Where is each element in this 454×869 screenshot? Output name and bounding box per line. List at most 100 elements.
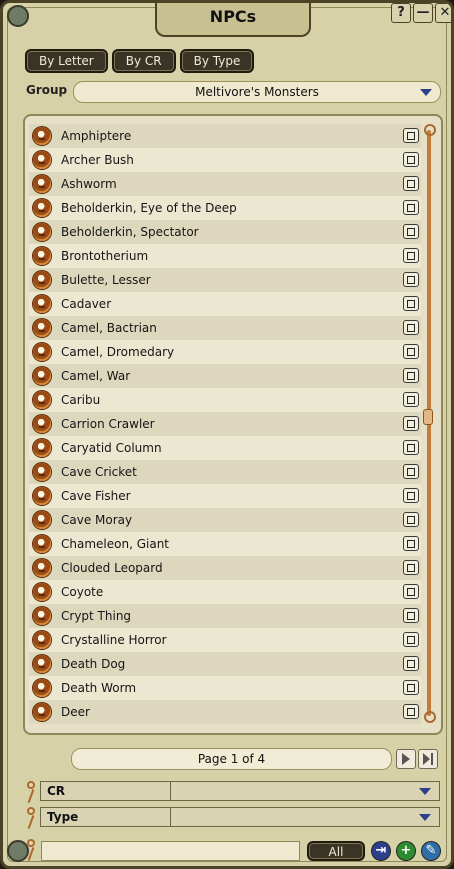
- npc-token-icon[interactable]: [33, 247, 51, 265]
- scrollbar-thumb[interactable]: [423, 409, 433, 425]
- open-book-icon[interactable]: [403, 296, 419, 311]
- npc-token-icon[interactable]: [33, 607, 51, 625]
- help-button[interactable]: ?: [391, 3, 411, 23]
- minimize-button[interactable]: —: [413, 3, 433, 23]
- npc-token-icon[interactable]: [33, 415, 51, 433]
- npc-token-icon[interactable]: [33, 559, 51, 577]
- list-item[interactable]: Caryatid Column: [29, 436, 421, 460]
- list-item[interactable]: Archer Bush: [29, 148, 421, 172]
- tab-by-type[interactable]: By Type: [179, 49, 255, 73]
- list-item[interactable]: Carrion Crawler: [29, 412, 421, 436]
- list-item[interactable]: Cadaver: [29, 292, 421, 316]
- list-item[interactable]: Cave Fisher: [29, 484, 421, 508]
- next-page-button[interactable]: [396, 749, 416, 769]
- close-button[interactable]: ✕: [435, 3, 451, 23]
- open-book-icon[interactable]: [403, 680, 419, 695]
- npc-token-icon[interactable]: [33, 703, 51, 721]
- list-item[interactable]: Camel, Dromedary: [29, 340, 421, 364]
- type-filter-value[interactable]: [172, 808, 439, 826]
- list-item[interactable]: Brontotherium: [29, 244, 421, 268]
- npc-token-icon[interactable]: [33, 199, 51, 217]
- open-book-icon[interactable]: [403, 440, 419, 455]
- chevron-down-icon[interactable]: [420, 89, 432, 96]
- npc-token-icon[interactable]: [33, 463, 51, 481]
- open-book-icon[interactable]: [403, 704, 419, 719]
- list-item[interactable]: Camel, Bactrian: [29, 316, 421, 340]
- list-item[interactable]: Death Worm: [29, 676, 421, 700]
- open-book-icon[interactable]: [403, 368, 419, 383]
- npc-token-icon[interactable]: [33, 655, 51, 673]
- npc-token-icon[interactable]: [33, 631, 51, 649]
- search-input[interactable]: [41, 841, 300, 861]
- open-book-icon[interactable]: [403, 392, 419, 407]
- type-filter[interactable]: Type: [40, 807, 440, 827]
- list-item[interactable]: Caribu: [29, 388, 421, 412]
- open-book-icon[interactable]: [403, 656, 419, 671]
- list-item[interactable]: Chameleon, Giant: [29, 532, 421, 556]
- open-book-icon[interactable]: [403, 560, 419, 575]
- open-book-icon[interactable]: [403, 200, 419, 215]
- tab-by-letter[interactable]: By Letter: [25, 49, 108, 73]
- cr-filter[interactable]: CR: [40, 781, 440, 801]
- list-item[interactable]: Coyote: [29, 580, 421, 604]
- open-book-icon[interactable]: [403, 416, 419, 431]
- npc-name: Brontotherium: [61, 249, 149, 263]
- open-book-icon[interactable]: [403, 320, 419, 335]
- npc-token-icon[interactable]: [33, 175, 51, 193]
- open-book-icon[interactable]: [403, 608, 419, 623]
- npc-token-icon[interactable]: [33, 439, 51, 457]
- list-item[interactable]: Crystalline Horror: [29, 628, 421, 652]
- npc-name: Coyote: [61, 585, 104, 599]
- npc-token-icon[interactable]: [33, 367, 51, 385]
- list-item[interactable]: Ashworm: [29, 172, 421, 196]
- npc-token-icon[interactable]: [33, 319, 51, 337]
- list-item[interactable]: Beholderkin, Eye of the Deep: [29, 196, 421, 220]
- import-icon[interactable]: ⇥: [372, 842, 390, 860]
- all-button[interactable]: All: [307, 841, 365, 861]
- list-item[interactable]: Amphiptere: [29, 124, 421, 148]
- npc-token-icon[interactable]: [33, 583, 51, 601]
- list-item[interactable]: Camel, War: [29, 364, 421, 388]
- list-item[interactable]: Crypt Thing: [29, 604, 421, 628]
- add-icon[interactable]: +: [397, 842, 415, 860]
- open-book-icon[interactable]: [403, 224, 419, 239]
- npc-token-icon[interactable]: [33, 487, 51, 505]
- list-item[interactable]: Beholderkin, Spectator: [29, 220, 421, 244]
- open-book-icon[interactable]: [403, 536, 419, 551]
- open-book-icon[interactable]: [403, 584, 419, 599]
- open-book-icon[interactable]: [403, 248, 419, 263]
- open-book-icon[interactable]: [403, 128, 419, 143]
- npc-token-icon[interactable]: [33, 391, 51, 409]
- open-book-icon[interactable]: [403, 512, 419, 527]
- npc-token-icon[interactable]: [33, 343, 51, 361]
- cr-filter-value[interactable]: [172, 782, 439, 800]
- npc-token-icon[interactable]: [33, 271, 51, 289]
- npc-token-icon[interactable]: [33, 151, 51, 169]
- edit-icon[interactable]: ✎: [422, 842, 440, 860]
- list-item[interactable]: Clouded Leopard: [29, 556, 421, 580]
- tab-by-cr[interactable]: By CR: [111, 49, 176, 73]
- group-select[interactable]: Meltivore's Monsters: [73, 81, 441, 103]
- open-book-icon[interactable]: [403, 176, 419, 191]
- npc-token-icon[interactable]: [33, 511, 51, 529]
- npc-token-icon[interactable]: [33, 679, 51, 697]
- npc-token-icon[interactable]: [33, 223, 51, 241]
- chevron-down-icon[interactable]: [419, 788, 431, 795]
- chevron-down-icon[interactable]: [419, 814, 431, 821]
- open-book-icon[interactable]: [403, 488, 419, 503]
- open-book-icon[interactable]: [403, 272, 419, 287]
- open-book-icon[interactable]: [403, 632, 419, 647]
- list-item[interactable]: Death Dog: [29, 652, 421, 676]
- list-item[interactable]: Cave Moray: [29, 508, 421, 532]
- list-item[interactable]: Cave Cricket: [29, 460, 421, 484]
- window-title[interactable]: NPCs: [155, 3, 311, 37]
- last-page-button[interactable]: [418, 749, 438, 769]
- npc-token-icon[interactable]: [33, 295, 51, 313]
- open-book-icon[interactable]: [403, 464, 419, 479]
- npc-token-icon[interactable]: [33, 127, 51, 145]
- list-item[interactable]: Bulette, Lesser: [29, 268, 421, 292]
- list-item[interactable]: Deer: [29, 700, 421, 724]
- npc-token-icon[interactable]: [33, 535, 51, 553]
- open-book-icon[interactable]: [403, 152, 419, 167]
- open-book-icon[interactable]: [403, 344, 419, 359]
